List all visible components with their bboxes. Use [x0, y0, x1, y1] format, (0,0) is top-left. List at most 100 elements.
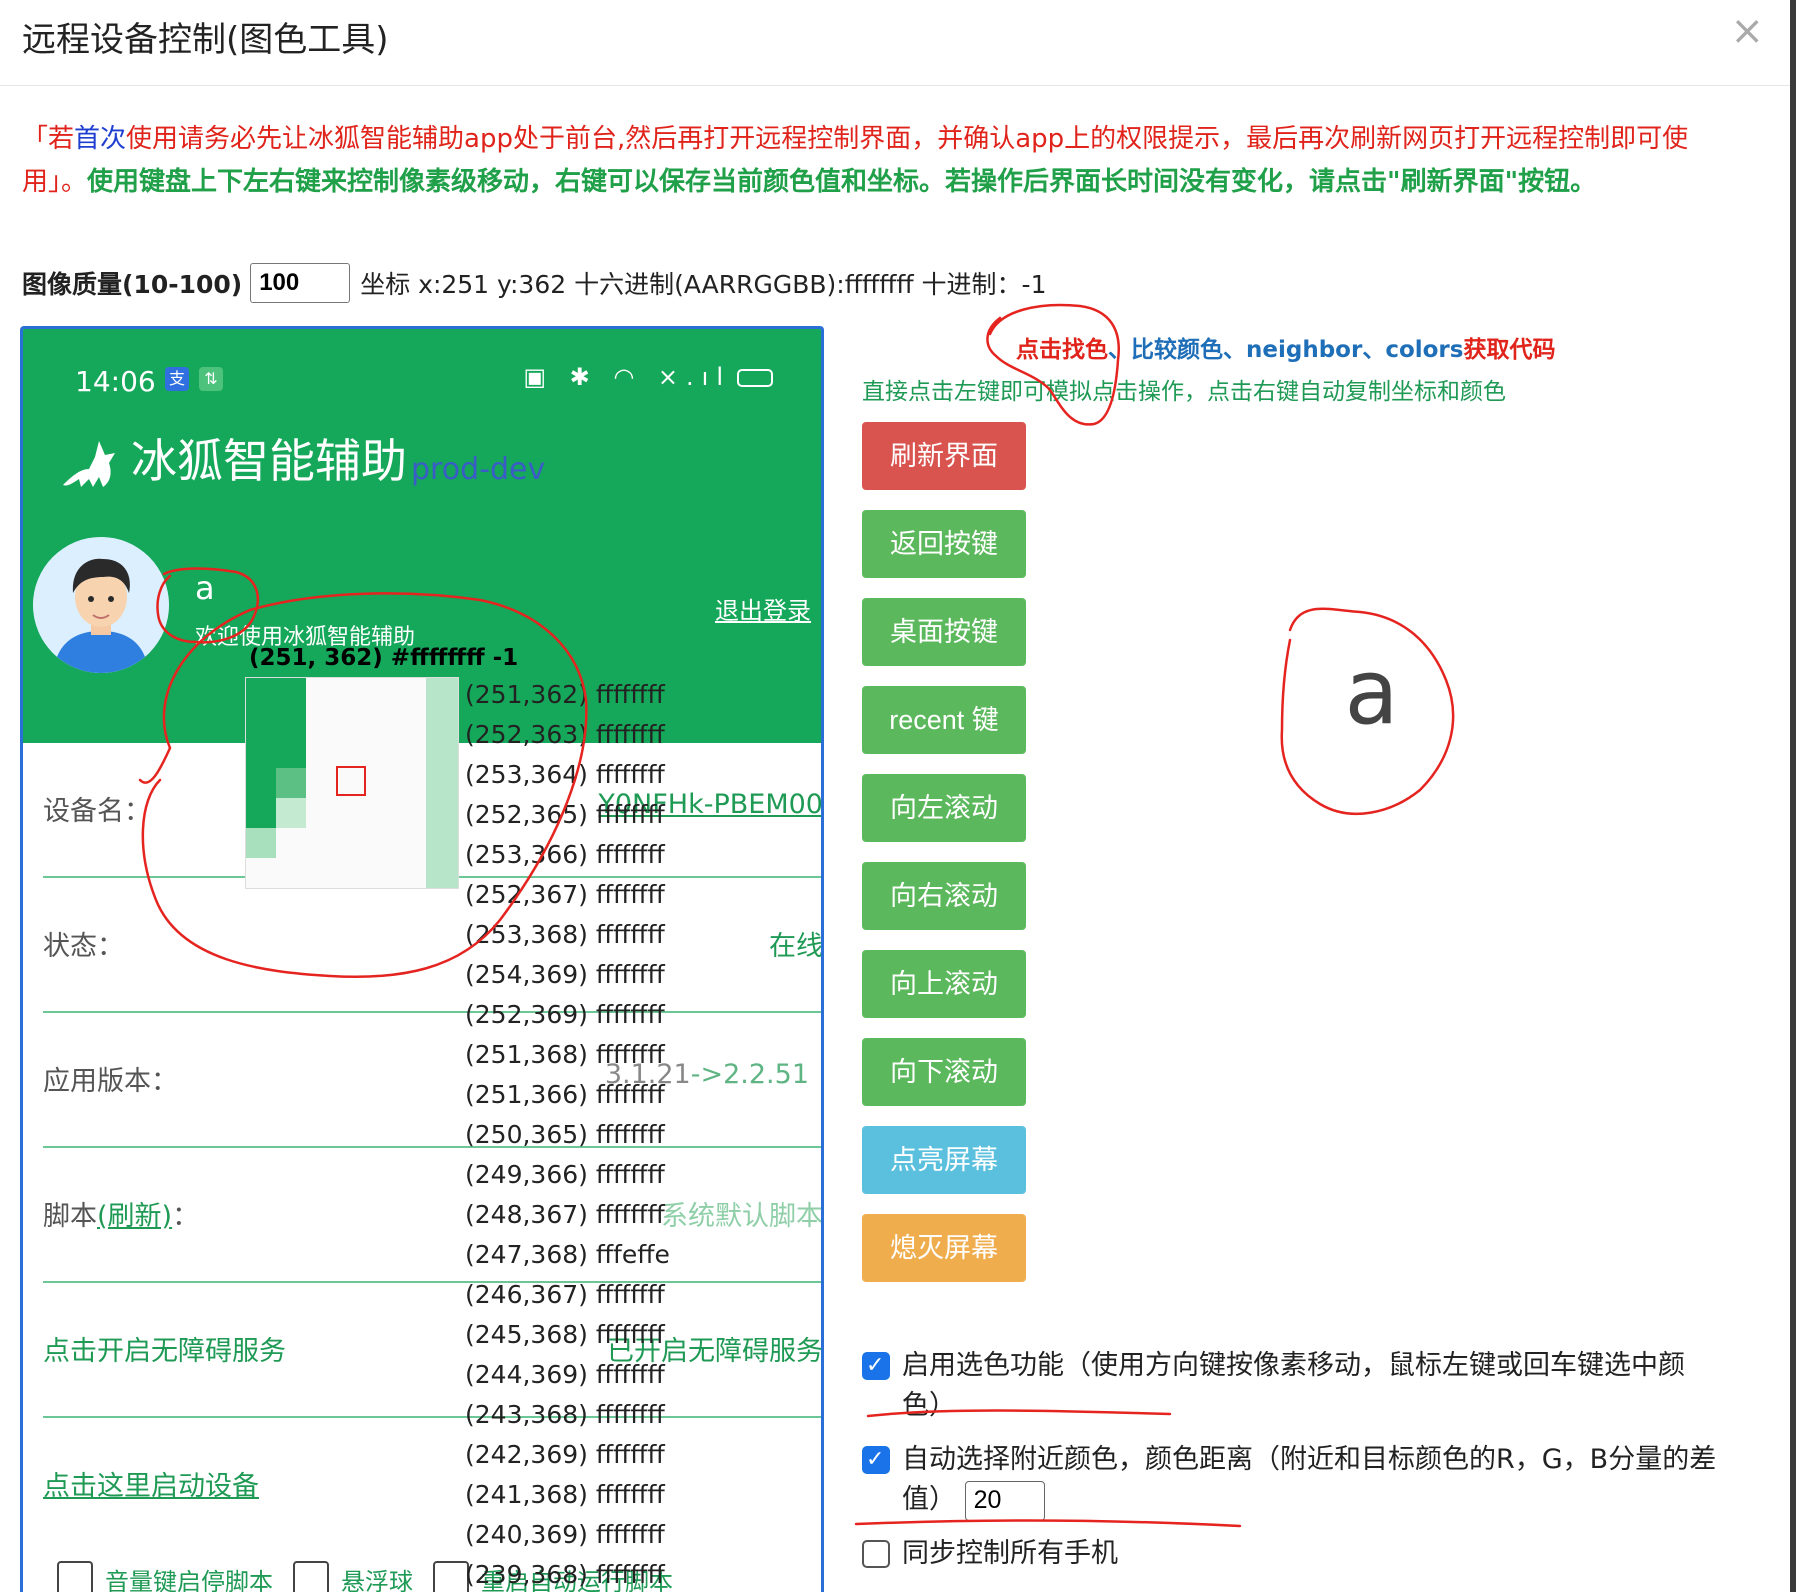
app-version-label: 应用版本： — [43, 1066, 178, 1097]
enable-accessibility-link[interactable]: 点击开启无障碍服务 — [43, 1329, 286, 1368]
avatar-icon — [33, 537, 169, 673]
neighbor-item: (251,362) ffffffff — [465, 680, 665, 709]
avatar — [33, 537, 169, 673]
checkbox-icon[interactable] — [862, 1540, 890, 1568]
neighbor-item: (254,369) ffffffff — [465, 960, 665, 989]
neighbor-item: (249,366) ffffffff — [465, 1160, 665, 1189]
data-badge-icon: ⇅ — [199, 367, 223, 391]
back-key-button[interactable]: 返回按键 — [862, 510, 1026, 578]
hint-click: 点击 — [1016, 337, 1062, 363]
hint-get-code: 获取代码 — [1463, 337, 1556, 363]
magnifier-pixel — [426, 678, 458, 888]
neighbor-item: (251,368) ffffffff — [465, 1040, 665, 1069]
device-name-label: 设备名： — [43, 796, 151, 827]
status-icons: ▣ ✱ ◠ ×.ıl — [523, 363, 773, 391]
magnifier-title: (251, 362) #ffffffff -1 — [249, 645, 519, 671]
neighbor-item: (250,365) ffffffff — [465, 1120, 665, 1149]
app-version-row: 应用版本： 3.1.21->2.2.51 — [43, 1013, 821, 1148]
neighbor-link[interactable]: neighbor — [1246, 337, 1362, 363]
find-color-link[interactable]: 找色 — [1062, 337, 1108, 363]
neighbor-item: (247,368) fffeffe — [465, 1240, 670, 1269]
scroll-up-button[interactable]: 向上滚动 — [862, 950, 1026, 1018]
refresh-screen-button[interactable]: 刷新界面 — [862, 422, 1026, 490]
status-value: 在线 — [769, 931, 823, 962]
click-hint: 直接点击左键即可模拟点击操作，点击右键自动复制坐标和颜色 — [862, 379, 1506, 405]
home-key-button[interactable]: 桌面按键 — [862, 598, 1026, 666]
script-label-prefix: 脚本 — [43, 1201, 97, 1232]
neighbor-item: (242,369) ffffffff — [465, 1440, 665, 1469]
accessibility-row: 点击开启无障碍服务 已开启无障碍服务 — [43, 1283, 821, 1418]
hint-sep: 、 — [1108, 337, 1131, 363]
script-refresh-link[interactable]: (刷新) — [97, 1201, 172, 1232]
annotation-underline-opt2 — [854, 1519, 1242, 1528]
start-device-link[interactable]: 点击这里启动设备 — [43, 1464, 259, 1503]
close-icon[interactable]: × — [1730, 8, 1764, 54]
coord-info: 坐标 x:251 y:362 十六进制(AARRGGBB):ffffffff 十… — [360, 270, 1047, 299]
neighbor-item: (253,368) ffffffff — [465, 920, 665, 949]
neighbor-item: (252,369) ffffffff — [465, 1000, 665, 1029]
neighbor-item: (248,367) ffffffff — [465, 1200, 665, 1229]
modal-title: 远程设备控制(图色工具) — [22, 20, 389, 60]
notice-prefix: 「若 — [22, 124, 75, 154]
alipay-badge-icon: 支 — [165, 367, 189, 391]
checkbox-icon[interactable] — [433, 1561, 469, 1592]
screen-on-button[interactable]: 点亮屏幕 — [862, 1126, 1026, 1194]
modal-header: 远程设备控制(图色工具) × — [0, 0, 1790, 86]
script-label-suffix: ： — [172, 1201, 200, 1232]
user-name: a — [195, 569, 215, 607]
app-env: prod-dev — [411, 452, 546, 487]
color-distance-input[interactable] — [964, 1480, 1045, 1521]
auto-nearby-color-option[interactable]: 自动选择附近颜色，颜色距离（附近和目标颜色的R，G，B分量的差值） — [862, 1440, 1722, 1521]
neighbor-item: (251,366) ffffffff — [465, 1080, 665, 1109]
float-ball-option[interactable]: 悬浮球 — [341, 1562, 413, 1592]
hint-sep: 、 — [1223, 337, 1246, 363]
colors-link[interactable]: colors — [1385, 337, 1463, 363]
sync-all-phones-option[interactable]: 同步控制所有手机 — [862, 1534, 1722, 1574]
neighbor-item: (241,368) ffffffff — [465, 1480, 665, 1509]
script-label: 脚本(刷新)： — [43, 1194, 199, 1233]
quality-label: 图像质量(10-100) — [22, 270, 243, 299]
recent-key-button[interactable]: recent 键 — [862, 686, 1026, 754]
neighbor-item: (243,368) ffffffff — [465, 1400, 665, 1429]
usage-notice: 「若首次使用请务必先让冰狐智能辅助app处于前台,然后再打开远程控制界面，并确认… — [22, 118, 1742, 204]
scroll-right-button[interactable]: 向右滚动 — [862, 862, 1026, 930]
magnifier-pixel — [276, 768, 306, 798]
checkbox-icon[interactable] — [57, 1561, 93, 1592]
notice-green-text: 使用键盘上下左右键来控制像素级移动，右键可以保存当前颜色值和坐标。若操作后界面长… — [87, 167, 1597, 197]
quality-input[interactable] — [250, 263, 351, 303]
checkbox-icon[interactable] — [293, 1561, 329, 1592]
annotation-circle-hint — [986, 303, 1120, 426]
fox-logo-icon — [63, 441, 115, 487]
neighbor-item: (253,364) ffffffff — [465, 760, 665, 789]
magnifier-cursor — [336, 766, 366, 796]
neighbor-list: (251,362) ffffffff (252,363) ffffffff (2… — [465, 675, 670, 1592]
neighbor-item: (244,369) ffffffff — [465, 1360, 665, 1389]
status-label: 状态： — [43, 931, 124, 962]
script-value[interactable]: 系统默认脚本 — [661, 1194, 821, 1233]
enable-color-pick-label: 启用选色功能（使用方向键按像素移动，鼠标左键或回车键选中颜色） — [902, 1350, 1685, 1421]
neighbor-item: (252,367) ffffffff — [465, 880, 665, 909]
script-row: 脚本(刷新)： 系统默认脚本 — [43, 1148, 821, 1283]
screen-off-button[interactable]: 熄灭屏幕 — [862, 1214, 1026, 1282]
app-name: 冰狐智能辅助 — [131, 434, 407, 488]
neighbor-item: (246,367) ffffffff — [465, 1280, 665, 1309]
logout-link[interactable]: 退出登录 — [715, 591, 811, 626]
color-preview-char: a — [1344, 640, 1399, 745]
app-version-new: ->2.2.51 — [690, 1059, 809, 1090]
app-title: 冰狐智能辅助 prod-dev — [59, 425, 545, 491]
neighbor-item: (239,368) ffffffff — [465, 1560, 665, 1589]
magnifier-pixel — [246, 828, 276, 858]
checkbox-icon[interactable] — [862, 1346, 890, 1386]
enable-color-pick-option[interactable]: 启用选色功能（使用方向键按像素移动，鼠标左键或回车键选中颜色） — [862, 1346, 1712, 1426]
checkbox-icon[interactable] — [862, 1440, 890, 1480]
battery-icon — [737, 369, 773, 387]
neighbor-item: (245,368) ffffffff — [465, 1320, 665, 1349]
quality-row: 图像质量(10-100) 坐标 x:251 y:362 十六进制(AARRGGB… — [22, 263, 1046, 303]
volume-key-option[interactable]: 音量键启停脚本 — [105, 1562, 273, 1592]
status-time: 14:06 — [75, 365, 156, 398]
scroll-left-button[interactable]: 向左滚动 — [862, 774, 1026, 842]
device-screen[interactable]: 14:06 支 ⇅ ▣ ✱ ◠ ×.ıl 冰狐智能辅助 prod-dev a 欢… — [20, 326, 824, 1592]
neighbor-item: (240,369) ffffffff — [465, 1520, 665, 1549]
scroll-down-button[interactable]: 向下滚动 — [862, 1038, 1026, 1106]
compare-color-link[interactable]: 比较颜色 — [1131, 337, 1223, 363]
